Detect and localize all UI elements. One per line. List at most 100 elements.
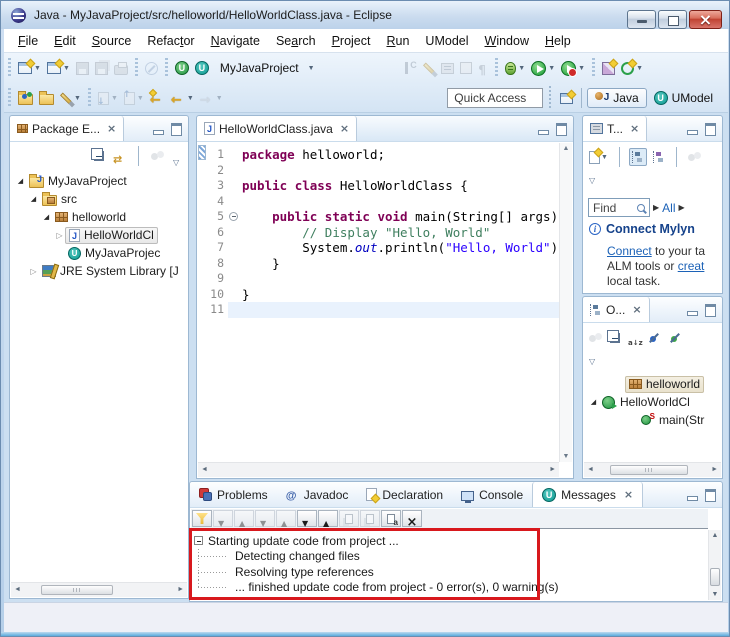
tree-expander-icon[interactable]: ◢	[41, 213, 52, 221]
open-model-button[interactable]	[15, 89, 36, 107]
tree-item-src[interactable]: src	[39, 191, 80, 208]
copy-all-button[interactable]	[381, 510, 401, 527]
tree-expander-icon[interactable]: ◢	[588, 398, 599, 406]
prev-scope-icon[interactable]: ▶	[653, 203, 659, 212]
tree-expander-icon[interactable]: ▷	[28, 267, 39, 276]
menu-search[interactable]: Search	[268, 31, 324, 51]
tree-item-helloworldcl[interactable]: HelloWorldCl	[65, 227, 158, 244]
message-child-row[interactable]: Resolving type references	[191, 564, 708, 580]
tab-outline[interactable]: O... ×	[583, 297, 650, 322]
close-button[interactable]	[689, 10, 722, 29]
mylyn-link[interactable]: creat	[678, 259, 705, 273]
view-menu-button[interactable]	[171, 150, 186, 162]
message-root-row[interactable]: Starting update code from project ...	[191, 533, 708, 549]
scroll-thumb[interactable]	[41, 585, 113, 595]
hide-fields-button[interactable]	[646, 330, 663, 347]
tree-expander-icon[interactable]: ◢	[15, 177, 26, 185]
quick-access-input[interactable]: Quick Access	[447, 88, 543, 108]
maximize-editor-button[interactable]	[554, 122, 569, 135]
editor-vscrollbar[interactable]: ▲ ▼	[559, 143, 572, 462]
close-view-icon[interactable]: ×	[624, 489, 633, 500]
tree-expander-icon[interactable]: ◢	[28, 195, 39, 203]
generate-code-button[interactable]: ▼	[618, 60, 646, 77]
tree-row[interactable]: MyJavaProjec	[11, 244, 187, 262]
delete-button[interactable]	[402, 510, 422, 527]
menu-refactor[interactable]: Refactor	[139, 31, 202, 51]
scroll-down-icon[interactable]: ▼	[709, 591, 721, 598]
tree-item-jre-system-library-j[interactable]: JRE System Library [J	[39, 263, 182, 280]
scheduled-button[interactable]	[651, 149, 667, 165]
editor-hscrollbar[interactable]: ◄ ►	[198, 462, 559, 477]
tree-item-myjavaprojec[interactable]: MyJavaProjec	[65, 245, 163, 262]
fold-toggle[interactable]	[228, 209, 242, 225]
tree-item-myjavaproject[interactable]: MyJavaProject	[26, 173, 130, 190]
messages-vscrollbar[interactable]: ▲ ▼	[708, 530, 721, 600]
package-explorer-hscrollbar[interactable]: ◄ ►	[11, 582, 187, 597]
maximize-view-button[interactable]	[169, 122, 184, 135]
menu-navigate[interactable]: Navigate	[203, 31, 268, 51]
minimize-editor-button[interactable]	[536, 122, 551, 135]
tab-messages[interactable]: Messages×	[532, 482, 643, 507]
collapse-icon[interactable]	[229, 212, 238, 221]
new-java-package-button[interactable]: ▼	[44, 60, 73, 76]
outline-row[interactable]: helloworld	[584, 375, 721, 393]
close-view-icon[interactable]: ×	[630, 123, 639, 134]
perspective-java[interactable]: Java	[587, 88, 646, 108]
tab-task-list[interactable]: T... ×	[583, 116, 647, 141]
tree-expander-icon[interactable]: ▷	[54, 231, 65, 240]
maximize-view-button[interactable]	[703, 303, 718, 316]
outline-item-helloworldcl[interactable]: HelloWorldCl	[599, 394, 693, 411]
minimize-view-button[interactable]	[151, 122, 166, 135]
outline-row[interactable]: main(Str	[584, 411, 721, 429]
tree-row[interactable]: ▷HelloWorldCl	[11, 226, 187, 244]
message-child-row[interactable]: ... finished update code from project - …	[191, 580, 708, 596]
menu-umodel[interactable]: UModel	[417, 31, 476, 51]
tab-javadoc[interactable]: Javadoc	[277, 482, 358, 507]
close-view-icon[interactable]: ×	[632, 304, 641, 315]
maximize-view-button[interactable]	[703, 122, 718, 135]
scroll-thumb[interactable]	[610, 465, 688, 475]
minimize-view-button[interactable]	[685, 303, 700, 316]
scroll-up-icon[interactable]: ▲	[560, 145, 572, 152]
menu-run[interactable]: Run	[378, 31, 417, 51]
tab-problems[interactable]: Problems	[190, 482, 277, 507]
perspective-umodel[interactable]: UModel	[647, 89, 720, 107]
menu-window[interactable]: Window	[477, 31, 537, 51]
collapse-all-button[interactable]	[92, 149, 106, 163]
collapse-all-button[interactable]	[608, 331, 622, 345]
last-edit-location-button[interactable]	[147, 89, 168, 107]
menu-file[interactable]: File	[10, 31, 46, 51]
arrow-up-button[interactable]	[318, 510, 338, 527]
view-menu[interactable]	[589, 170, 600, 188]
outline-item-helloworld[interactable]: helloworld	[625, 376, 704, 393]
umodel-generate-button[interactable]	[172, 59, 192, 77]
outline-row[interactable]: ◢HelloWorldCl	[584, 393, 721, 411]
next-scope-icon[interactable]: ▶	[679, 203, 685, 212]
tab-console[interactable]: Console	[452, 482, 532, 507]
mylyn-link[interactable]: Connect	[607, 244, 652, 258]
debug-button[interactable]: ▼	[502, 60, 528, 77]
scroll-right-icon[interactable]: ►	[177, 586, 184, 593]
open-directory-button[interactable]	[36, 89, 57, 107]
tab-helloworldclass[interactable]: HelloWorldClass.java ×	[197, 116, 357, 141]
code-editor[interactable]: 1package helloworld;23public class Hello…	[198, 143, 559, 462]
tree-item-helloworld[interactable]: helloworld	[52, 209, 129, 226]
tab-package-explorer[interactable]: Package E... ×	[10, 116, 124, 141]
menu-project[interactable]: Project	[324, 31, 379, 51]
scope-all-label[interactable]: All	[662, 201, 675, 215]
collapse-node-icon[interactable]	[194, 536, 203, 545]
outline-item-main-str[interactable]: main(Str	[638, 412, 707, 429]
scroll-left-icon[interactable]: ◄	[14, 586, 21, 593]
scroll-thumb[interactable]	[710, 568, 720, 586]
restore-button[interactable]	[658, 10, 687, 29]
scroll-down-icon[interactable]: ▼	[560, 453, 572, 460]
scroll-right-icon[interactable]: ►	[549, 466, 556, 473]
menu-help[interactable]: Help	[537, 31, 579, 51]
menu-edit[interactable]: Edit	[46, 31, 84, 51]
find-input[interactable]: Find	[588, 198, 650, 217]
hide-static-button[interactable]	[667, 330, 684, 347]
categorized-button[interactable]	[629, 148, 647, 166]
new-wizard-button[interactable]: ▼	[15, 60, 44, 76]
scroll-right-icon[interactable]: ►	[711, 466, 718, 473]
new-task-button[interactable]: ▼	[587, 149, 610, 166]
